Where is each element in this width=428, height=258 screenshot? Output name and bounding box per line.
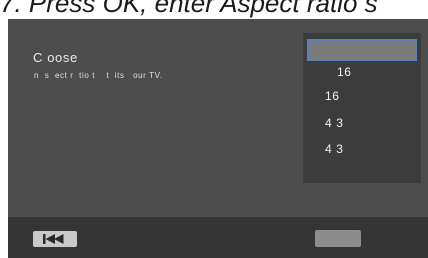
skip-back-icon	[43, 234, 64, 244]
aspect-ratio-option[interactable]: 4 3	[303, 90, 421, 130]
screen-subtext: n s ect r tio t t its our TV.	[34, 71, 163, 80]
aspect-ratio-option-label: 4 3	[325, 142, 344, 156]
screen-heading: C oose	[33, 50, 78, 65]
tv-setup-screen: C oose n s ect r tio t t its our TV. 16 …	[8, 19, 428, 217]
instruction-banner: 7. Press OK, enter Aspect ratio s	[0, 0, 378, 18]
aspect-ratio-option[interactable]: 16	[303, 63, 421, 103]
ok-button[interactable]	[315, 230, 361, 247]
aspect-ratio-option[interactable]: 16	[307, 39, 417, 79]
bottom-bar	[8, 217, 428, 258]
previous-button[interactable]	[33, 231, 77, 247]
page: 7. Press OK, enter Aspect ratio s C oose…	[0, 0, 428, 258]
aspect-ratio-option[interactable]: 4 3	[303, 116, 421, 156]
aspect-ratio-list: 16 16 4 3 4 3	[303, 33, 421, 183]
